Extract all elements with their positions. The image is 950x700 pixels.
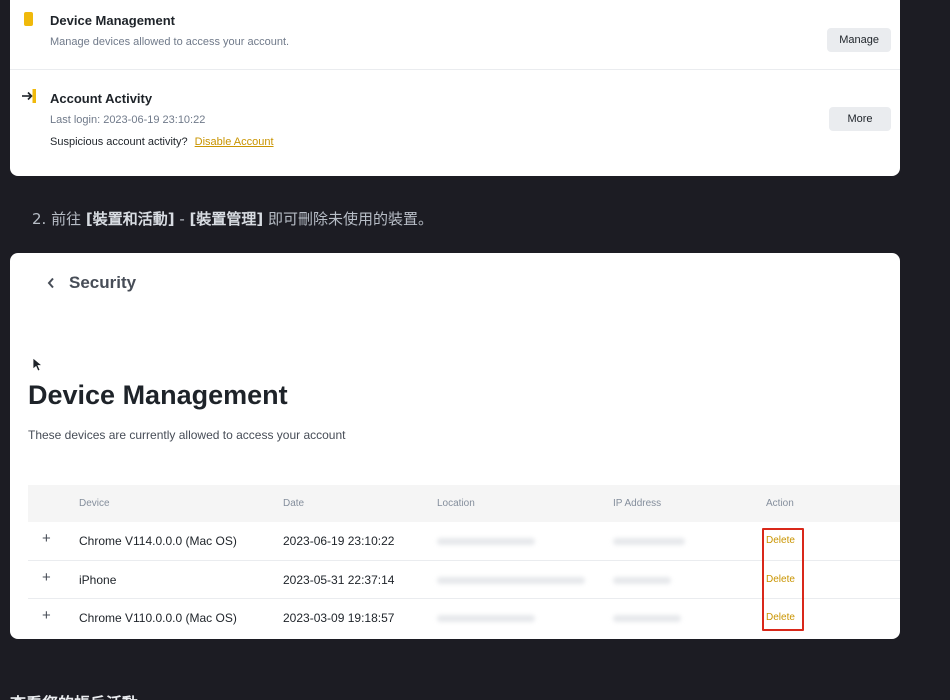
more-button[interactable]: More [829, 107, 891, 131]
chevron-left-icon[interactable] [46, 277, 56, 289]
date-cell: 2023-06-19 23:10:22 [283, 534, 395, 548]
device-cell: iPhone [79, 572, 117, 587]
device-management-row: Device Management Manage devices allowed… [10, 0, 900, 70]
account-activity-row: Account Activity Last login: 2023-06-19 … [10, 70, 900, 176]
back-to-security-link[interactable]: Security [69, 273, 136, 293]
ip-cell-blurred [613, 615, 681, 622]
step-caption: 2. 前往 [裝置和活動] - [裝置管理] 即可刪除未使用的裝置。 [32, 208, 433, 229]
account-activity-title: Account Activity [50, 91, 153, 106]
location-cell-blurred [437, 538, 535, 545]
page-subtitle: These devices are currently allowed to a… [28, 428, 346, 442]
caption-prefix: 2. 前往 [32, 210, 86, 228]
expand-row-button[interactable]: + [42, 569, 51, 586]
last-login-text: Last login: 2023-06-19 23:10:22 [50, 114, 206, 126]
column-header-location: Location [437, 498, 475, 509]
date-cell: 2023-03-09 19:18:57 [283, 611, 395, 625]
column-header-action: Action [766, 498, 794, 509]
location-cell-blurred [437, 576, 585, 584]
ip-cell-blurred [613, 538, 685, 545]
column-header-ip-address: IP Address [613, 498, 662, 509]
disable-account-link[interactable]: Disable Account [195, 136, 274, 148]
page-title: Device Management [28, 380, 288, 410]
column-header-device: Device [79, 498, 110, 509]
caption-bold-device-management: [裝置管理] [189, 210, 264, 228]
ip-cell-blurred [613, 576, 671, 584]
caption-suffix: 即可刪除未使用的裝置。 [263, 210, 434, 228]
settings-card: Device Management Manage devices allowed… [10, 0, 900, 176]
caption-separator: - [174, 210, 190, 228]
device-management-description: Manage devices allowed to access your ac… [50, 36, 290, 48]
suspicious-activity-text: Suspicious account activity? [50, 136, 188, 148]
mouse-cursor-icon [32, 357, 44, 372]
device-cell: Chrome V114.0.0.0 (Mac OS) [79, 534, 237, 548]
device-icon [24, 12, 33, 26]
device-management-card: Security Device Management These devices… [10, 253, 900, 639]
suspicious-activity-line: Suspicious account activity? Disable Acc… [50, 136, 274, 148]
expand-row-button[interactable]: + [42, 530, 51, 547]
next-section-heading: 查看您的帳戶活動 [10, 690, 138, 700]
delete-highlight-box [762, 528, 804, 631]
expand-row-button[interactable]: + [42, 607, 51, 624]
device-cell: Chrome V110.0.0.0 (Mac OS) [79, 611, 237, 625]
sign-in-icon [22, 89, 36, 103]
device-management-title: Device Management [50, 13, 175, 28]
date-cell: 2023-05-31 22:37:14 [283, 572, 395, 587]
caption-bold-devices-activity: [裝置和活動] [85, 210, 175, 228]
table-header: Device Date Location IP Address Action [28, 485, 900, 522]
manage-button[interactable]: Manage [827, 28, 891, 52]
column-header-date: Date [283, 498, 305, 509]
location-cell-blurred [437, 615, 535, 622]
